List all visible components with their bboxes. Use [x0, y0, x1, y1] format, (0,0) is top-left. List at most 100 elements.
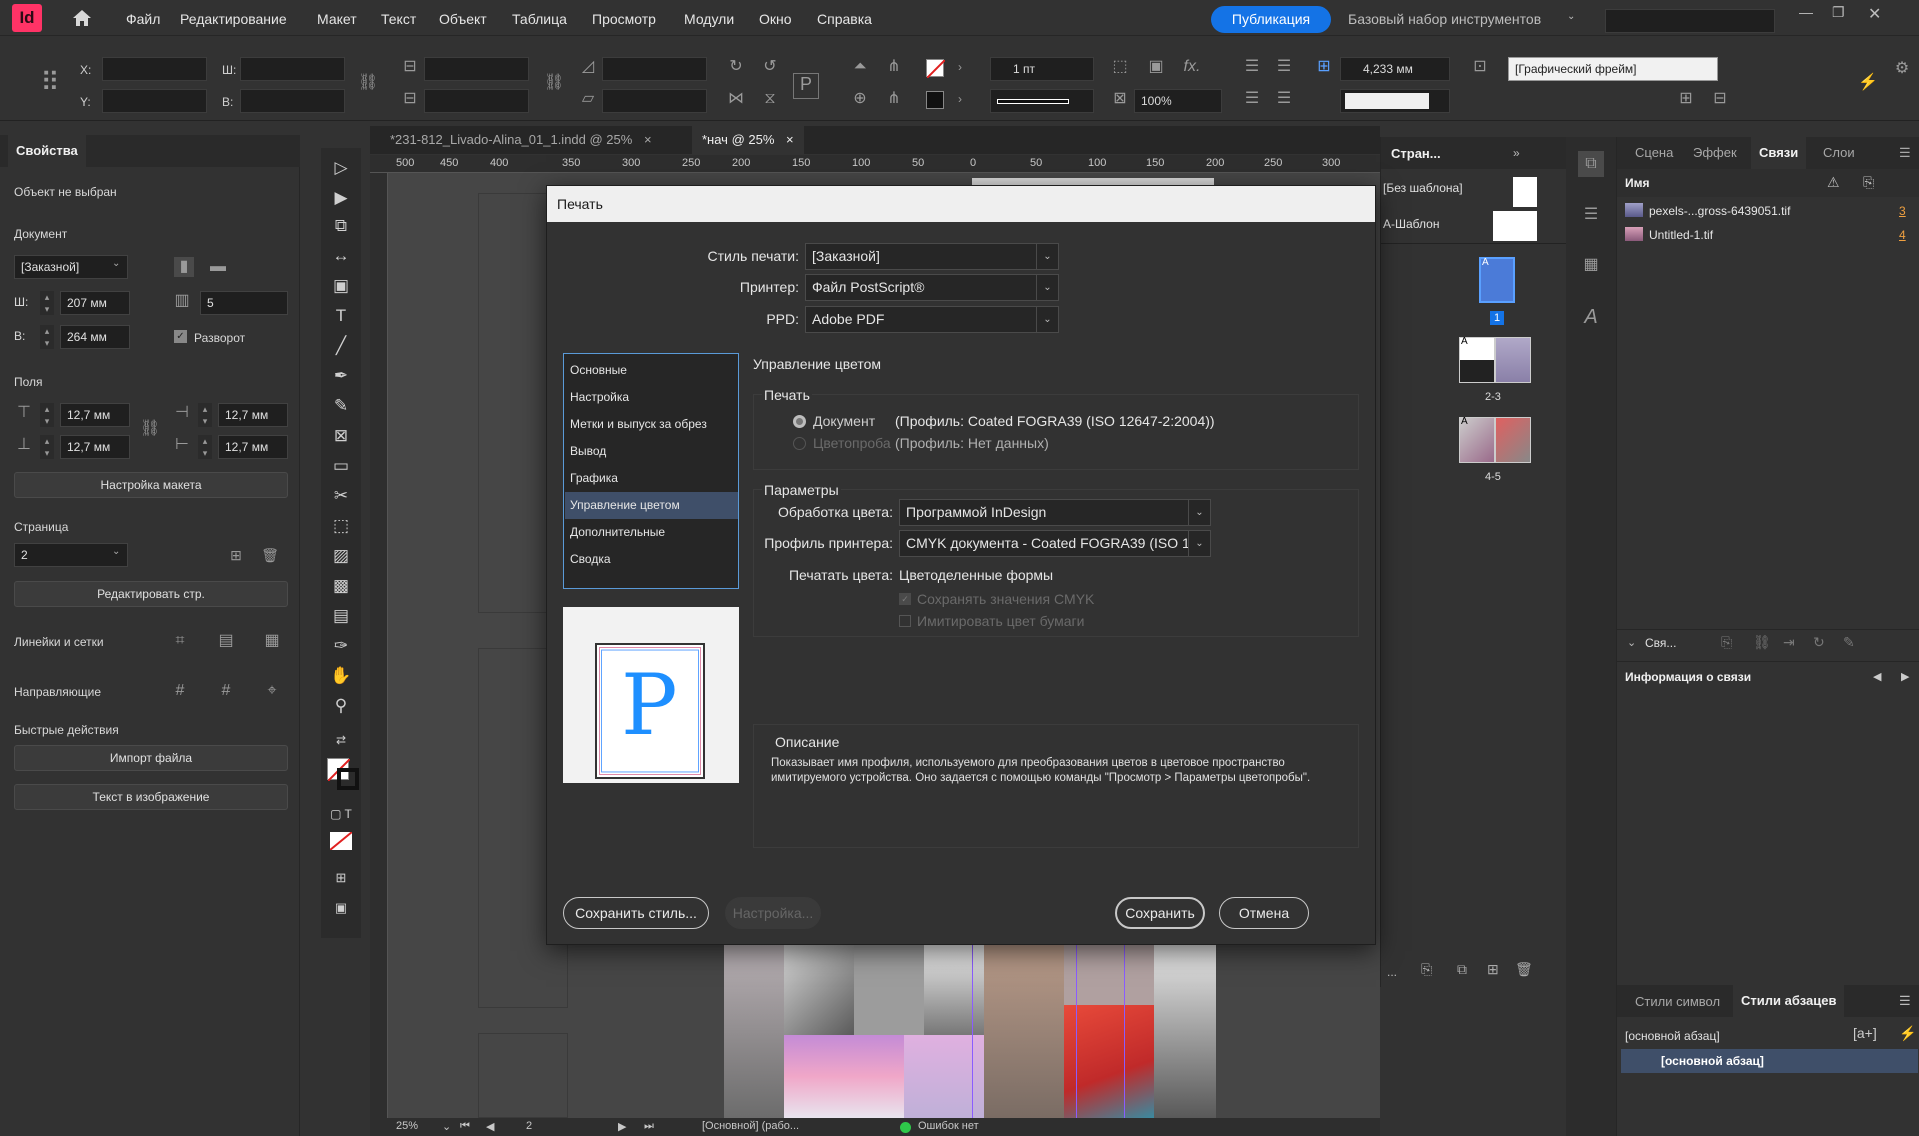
stroke-weight-field[interactable]: 1 пт — [990, 57, 1094, 81]
preset-select[interactable]: [Заказной] — [14, 255, 128, 279]
spread-checkbox[interactable]: ✓ — [174, 330, 187, 343]
edit-original-icon[interactable]: ✎ — [1843, 634, 1855, 651]
gradient-tool-icon[interactable]: ▨ — [329, 544, 353, 568]
menu-file[interactable]: Файл — [126, 11, 160, 27]
portrait-icon[interactable]: ▮ — [174, 257, 194, 277]
stroke-preview[interactable] — [1340, 89, 1450, 113]
margin-top-spinner[interactable]: ▴ ▾ — [40, 403, 54, 427]
reference-point-icon[interactable]: ⠿ — [34, 66, 66, 98]
menu-view[interactable]: Просмотр — [592, 11, 656, 27]
document-tab-2[interactable]: *нач @ 25% × — [692, 126, 804, 154]
tab-effects[interactable]: Эффек — [1693, 137, 1737, 169]
flip-vertical-icon[interactable]: ⧖ — [760, 89, 780, 109]
pages-panel-icon[interactable]: ⧉ — [1578, 151, 1604, 177]
swap-fill-stroke-icon[interactable]: ⇄ — [329, 728, 353, 752]
lock-guides-icon[interactable]: ⌖ — [260, 681, 284, 701]
menu-plugins[interactable]: Модули — [684, 11, 734, 27]
x-field[interactable] — [102, 57, 207, 81]
document-option-label[interactable]: Документ — [813, 413, 875, 429]
rotate-angle-icon[interactable]: ◿ — [578, 57, 598, 77]
width-field[interactable] — [240, 57, 345, 81]
edit-page-size-icon[interactable]: ⎘ — [1421, 961, 1432, 978]
menu-object[interactable]: Объект — [439, 11, 487, 27]
style-list-item[interactable]: [основной абзац] — [1621, 1049, 1918, 1073]
close-icon[interactable]: ✕ — [1868, 4, 1881, 24]
rectangle-frame-tool-icon[interactable]: ⊠ — [329, 424, 353, 448]
panel-menu-icon[interactable]: ☰ — [1899, 993, 1911, 1009]
margin-right-spinner[interactable]: ▴ ▾ — [198, 435, 212, 459]
rectangle-tool-icon[interactable]: ▭ — [329, 454, 353, 478]
margin-link-icon[interactable]: ⛓ — [140, 419, 160, 439]
stroke-arrow-icon[interactable]: › — [950, 89, 970, 109]
baseline-grid-icon[interactable]: ▤ — [214, 631, 238, 651]
gradient-feather-tool-icon[interactable]: ▩ — [329, 574, 353, 598]
prev-link-icon[interactable]: ◀ — [1873, 670, 1881, 683]
align-top-icon[interactable]: ☰ — [1242, 57, 1262, 77]
fill-arrow-icon[interactable]: › — [950, 57, 970, 77]
tab-layers[interactable]: Слои — [1823, 137, 1855, 169]
page-column-icon[interactable]: ⎘ — [1863, 174, 1874, 191]
preserve-cmyk-label[interactable]: Сохранять значения CMYK — [917, 591, 1094, 607]
new-page-icon[interactable]: ⊞ — [1487, 961, 1499, 978]
opacity-field[interactable]: 100% — [1134, 89, 1222, 113]
category-setup[interactable]: Настройка — [565, 384, 738, 411]
category-advanced[interactable]: Дополнительные — [565, 519, 738, 546]
relink-icon[interactable]: ⛓ — [1753, 634, 1771, 651]
home-icon[interactable] — [72, 9, 92, 27]
content-collector-icon[interactable]: ▣ — [329, 274, 353, 298]
frame-fit-icon[interactable]: ⬚ — [1110, 57, 1130, 77]
free-transform-tool-icon[interactable]: ⬚ — [329, 514, 353, 538]
workspace-switcher[interactable]: Базовый набор инструментов — [1348, 11, 1541, 27]
first-page-icon[interactable]: ⏮ — [460, 1120, 470, 1133]
print-preview[interactable]: P — [563, 607, 739, 783]
import-file-button[interactable]: Импорт файла — [14, 745, 288, 771]
drop-shadow-icon[interactable]: ▣ — [1146, 57, 1166, 77]
scale-y-field[interactable] — [424, 89, 529, 113]
simulate-paper-label[interactable]: Имитировать цвет бумаги — [917, 613, 1084, 629]
rotate-ccw-icon[interactable]: ↺ — [760, 57, 780, 77]
apply-none-icon[interactable] — [329, 831, 353, 851]
last-page-icon[interactable]: ⏭ — [644, 1120, 654, 1133]
proof-option-label[interactable]: Цветопроба — [813, 435, 891, 451]
margin-left-field[interactable]: 12,7 мм — [218, 403, 288, 427]
setup-button[interactable]: Настройка... — [725, 897, 821, 929]
select-prev-icon[interactable]: ⋔ — [884, 57, 904, 77]
minimize-icon[interactable]: — — [1799, 4, 1813, 20]
lightning-icon[interactable]: ⚡ — [1899, 1025, 1916, 1042]
category-marks-bleed[interactable]: Метки и выпуск за обрез — [565, 411, 738, 438]
master-page-select[interactable]: [Основной] (рабо... — [702, 1120, 799, 1132]
next-page-icon[interactable]: ▶ — [618, 1120, 626, 1133]
stroke-swatch[interactable] — [926, 91, 944, 109]
character-styles-icon[interactable]: A — [1581, 307, 1601, 327]
a-master-thumb-left[interactable] — [1493, 211, 1515, 241]
formatting-container-icon[interactable]: ▢ T — [329, 802, 353, 826]
object-styles-icon[interactable]: ⊞ — [1676, 89, 1696, 109]
tab-character-styles[interactable]: Стили символ — [1635, 994, 1720, 1009]
line-tool-icon[interactable]: ╱ — [329, 334, 353, 358]
select-container-icon[interactable]: ⏶ — [850, 57, 870, 77]
pages-count-field[interactable]: 5 — [200, 291, 288, 315]
gap-field[interactable]: 4,233 мм — [1340, 57, 1450, 81]
update-link-icon[interactable]: ↻ — [1813, 634, 1825, 651]
align-middle-icon[interactable]: ☰ — [1242, 89, 1262, 109]
stroke-color-swatch[interactable] — [337, 768, 359, 790]
hand-tool-icon[interactable]: ✋ — [329, 664, 353, 688]
edit-page-button[interactable]: Редактировать стр. — [14, 581, 288, 607]
gap-icon[interactable]: ⊞ — [1314, 57, 1334, 77]
proof-radio[interactable] — [793, 437, 806, 450]
close-tab-icon[interactable]: × — [644, 132, 652, 147]
page-tool-icon[interactable]: ⧉ — [329, 214, 353, 238]
menu-window[interactable]: Окно — [759, 11, 792, 27]
height-spinner[interactable]: ▴ ▾ — [40, 325, 54, 349]
clear-overrides-icon[interactable]: ⊟ — [1710, 89, 1730, 109]
proportions-icon[interactable]: ⛓ — [544, 73, 564, 93]
eyedropper-tool-icon[interactable]: ✑ — [329, 634, 353, 658]
chevron-down-icon[interactable]: ⌄ — [1627, 636, 1636, 649]
page-thumb-3[interactable] — [1495, 337, 1531, 383]
preflight-status[interactable]: Ошибок нет — [918, 1120, 979, 1132]
trash-icon[interactable]: 🗑 — [260, 545, 280, 565]
category-color-management[interactable]: Управление цветом — [565, 492, 738, 519]
maximize-icon[interactable]: ❐ — [1832, 4, 1845, 21]
screen-mode-icon[interactable]: ▣ — [329, 896, 353, 920]
layout-settings-button[interactable]: Настройка макета — [14, 472, 288, 498]
